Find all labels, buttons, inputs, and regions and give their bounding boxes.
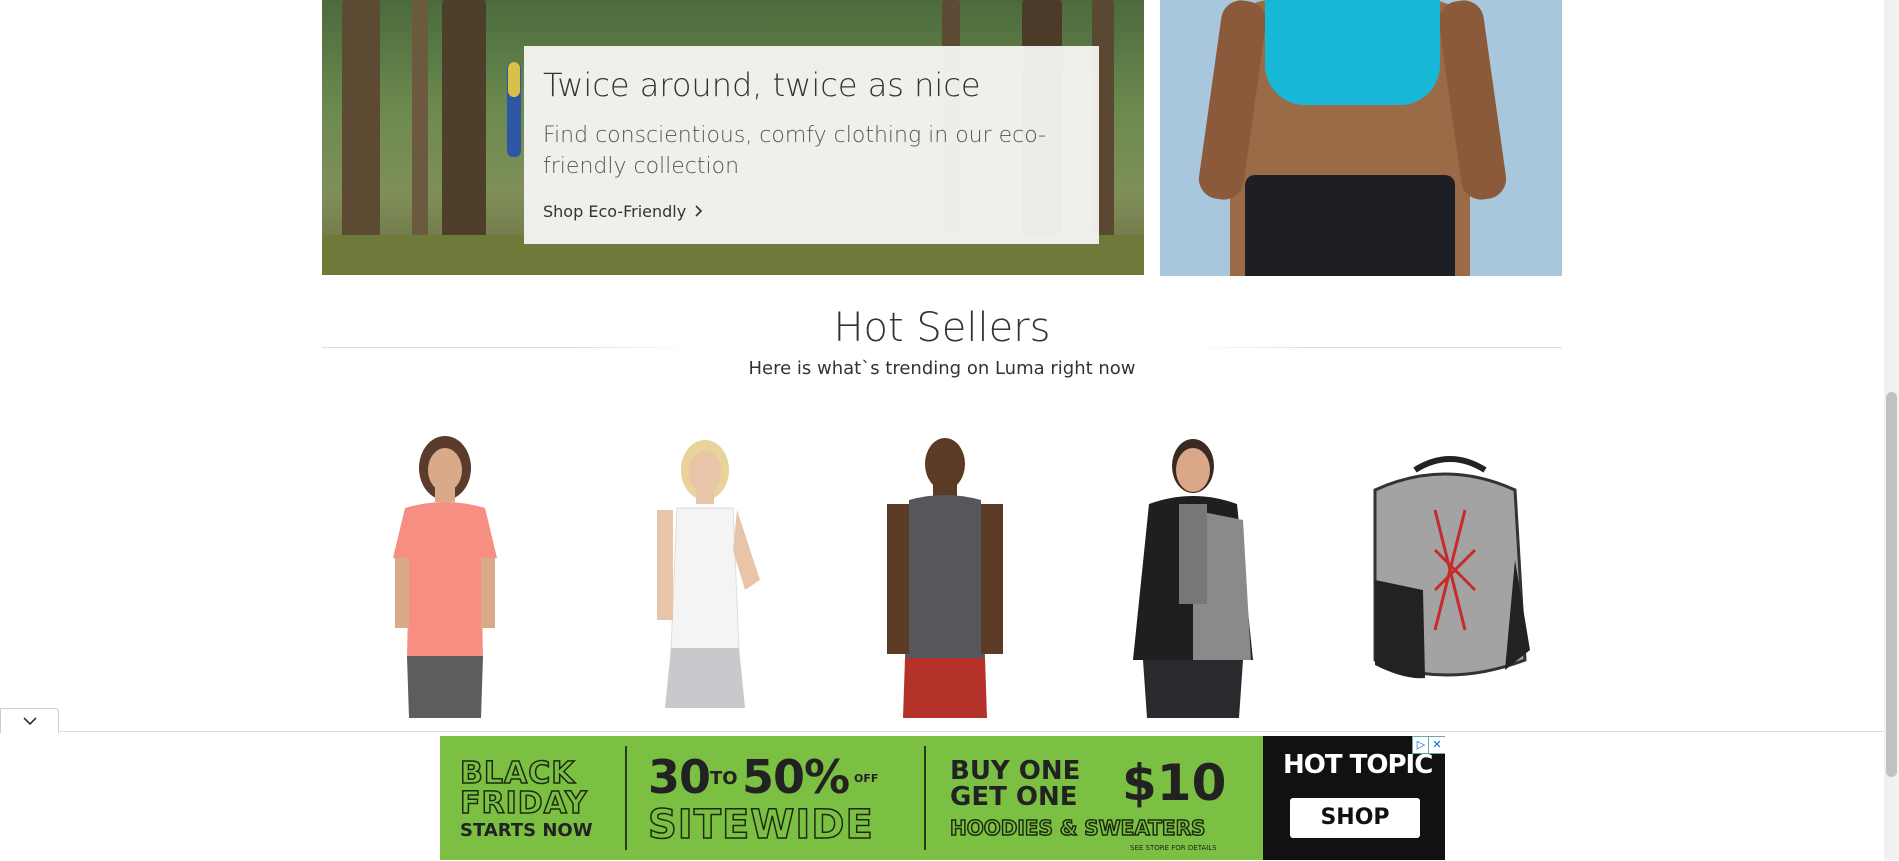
hot-topic-ad-banner[interactable]: BLACK FRIDAY STARTS NOW 30 TO 50% OFF SI… <box>440 736 1445 860</box>
product-image-mens-sleeveless[interactable] <box>835 430 1055 718</box>
chevron-down-icon <box>22 714 37 730</box>
ad-percent-50: 50% <box>742 750 850 804</box>
hot-sellers-title: Hot Sellers <box>833 305 1051 351</box>
ad-percent-to: TO <box>710 768 738 789</box>
black-leggings <box>1245 175 1455 276</box>
product-image-backpack[interactable] <box>1335 430 1555 718</box>
product-image-pink-tee[interactable] <box>335 430 555 718</box>
fitness-banner[interactable] <box>1160 0 1562 276</box>
ad-divider <box>924 746 926 850</box>
page-scrollbar-thumb[interactable] <box>1886 392 1897 777</box>
chevron-right-icon <box>694 205 703 221</box>
close-ad-icon[interactable]: ✕ <box>1428 736 1445 754</box>
ad-bogo-line2: GET ONE <box>950 782 1078 812</box>
walking-person-shirt <box>508 62 520 97</box>
product-image-white-tank[interactable] <box>595 430 815 718</box>
collapse-ad-button[interactable] <box>0 708 59 733</box>
ad-fine-print: SEE STORE FOR DETAILS <box>1130 844 1217 852</box>
sports-bra <box>1265 0 1440 105</box>
shop-eco-friendly-link[interactable]: Shop Eco-Friendly <box>543 202 703 221</box>
product-image-mens-hoodie[interactable] <box>1083 430 1303 718</box>
ad-bogo-hoodies: HOODIES & SWEATERS <box>949 815 1206 841</box>
hot-sellers-subtitle: Here is what`s trending on Luma right no… <box>748 358 1136 379</box>
ad-bogo-price: $10 <box>1122 754 1227 812</box>
shop-eco-friendly-label: Shop Eco-Friendly <box>543 202 687 221</box>
ad-divider <box>625 746 627 850</box>
ad-brand-logo: HOT TOPIC <box>1283 750 1433 780</box>
hero-title: Twice around, twice as nice <box>543 66 981 104</box>
ad-percent-30: 30 <box>648 750 711 804</box>
ad-sitewide: SITEWIDE <box>647 801 874 849</box>
ad-line-friday: FRIDAY <box>459 785 588 822</box>
hero-subtitle: Find conscientious, comfy clothing in ou… <box>543 123 1047 179</box>
ad-shop-now-button[interactable]: SHOP NOW <box>1290 798 1420 860</box>
ad-percent-off: OFF <box>854 772 879 785</box>
ad-line-starts-now: STARTS NOW <box>460 820 593 841</box>
